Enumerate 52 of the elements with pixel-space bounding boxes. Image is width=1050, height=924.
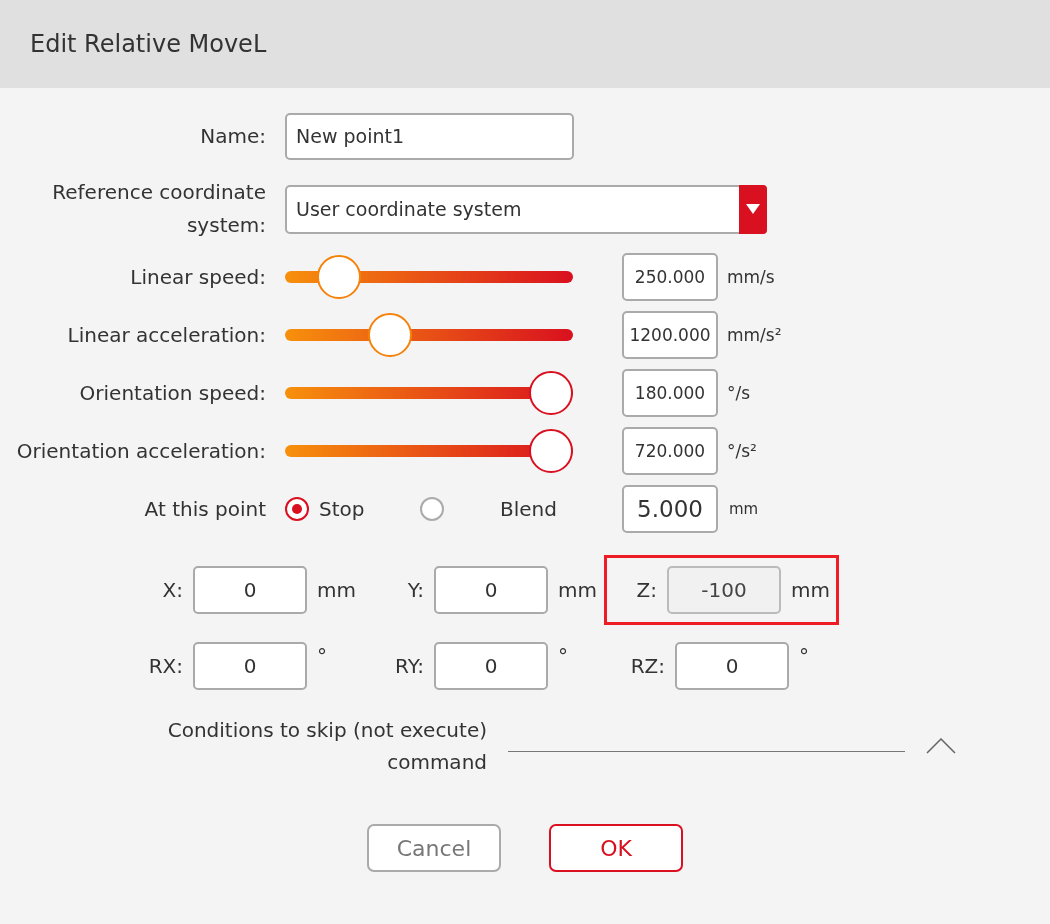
reference-dropdown[interactable]: User coordinate system bbox=[285, 184, 767, 234]
value-field[interactable]: 1200.000 bbox=[622, 311, 718, 359]
cancel-button[interactable]: Cancel bbox=[367, 824, 501, 872]
slider-label: Orientation acceleration: bbox=[15, 437, 266, 465]
unit-label: ° bbox=[317, 644, 327, 668]
coordinate-label: RY: bbox=[394, 654, 424, 678]
coordinate-field[interactable]: 0 bbox=[434, 566, 548, 614]
slider-label: Linear acceleration: bbox=[66, 321, 266, 349]
radio-option[interactable]: Blend bbox=[420, 497, 555, 521]
coordinate-label: RX: bbox=[147, 654, 183, 678]
value-field[interactable]: 180.000 bbox=[622, 369, 718, 417]
value-field[interactable]: 250.000 bbox=[622, 253, 718, 301]
coordinate-field[interactable]: 0 bbox=[193, 642, 307, 690]
coordinate-field[interactable]: 0 bbox=[193, 566, 307, 614]
radio-option[interactable]: Stop bbox=[285, 497, 420, 521]
field-label: At this point bbox=[143, 495, 266, 523]
coordinate-label: Z: bbox=[635, 578, 657, 602]
caret-icon bbox=[745, 203, 761, 215]
unit-label: mm bbox=[729, 500, 759, 518]
unit-label: mm bbox=[558, 578, 597, 602]
field-label: Name: bbox=[199, 122, 266, 150]
unit-label: mm bbox=[317, 578, 356, 602]
unit-label: °/s bbox=[727, 383, 751, 403]
name-field[interactable]: New point1 bbox=[285, 112, 574, 160]
unit-label: mm/s bbox=[727, 267, 775, 287]
slider-thumb[interactable] bbox=[529, 429, 573, 473]
unit-label: ° bbox=[558, 644, 568, 668]
unit-label: mm bbox=[791, 578, 830, 602]
skip-conditions-label: Conditions to skip (not execute) command bbox=[166, 717, 487, 776]
ok-button[interactable]: OK bbox=[549, 824, 683, 872]
blend-field[interactable]: 5.000 bbox=[622, 485, 718, 533]
coordinate-field[interactable]: 0 bbox=[434, 642, 548, 690]
slider-thumb[interactable] bbox=[316, 255, 361, 299]
field-label: Reference coordinate system: bbox=[51, 179, 266, 239]
slider-thumb[interactable] bbox=[529, 371, 573, 415]
coordinate-label: RZ: bbox=[629, 654, 665, 678]
slider-label: Linear speed: bbox=[129, 263, 266, 291]
chevron-up-icon[interactable] bbox=[926, 738, 956, 754]
coordinate-label: Y: bbox=[406, 578, 424, 602]
window-title: Edit Relative MoveL bbox=[30, 30, 267, 58]
slider-track[interactable] bbox=[285, 429, 573, 473]
slider-track[interactable] bbox=[285, 313, 573, 357]
slider-track[interactable] bbox=[285, 255, 573, 299]
value-field[interactable]: 720.000 bbox=[622, 427, 718, 475]
slider-label: Orientation speed: bbox=[78, 379, 266, 407]
slider-track[interactable] bbox=[285, 371, 573, 415]
unit-label: mm/s² bbox=[727, 325, 782, 345]
coordinate-field[interactable]: 0 bbox=[675, 642, 789, 690]
unit-label: ° bbox=[799, 644, 809, 668]
slider-thumb[interactable] bbox=[367, 313, 412, 357]
unit-label: °/s² bbox=[727, 441, 757, 461]
coordinate-label: X: bbox=[161, 578, 183, 602]
